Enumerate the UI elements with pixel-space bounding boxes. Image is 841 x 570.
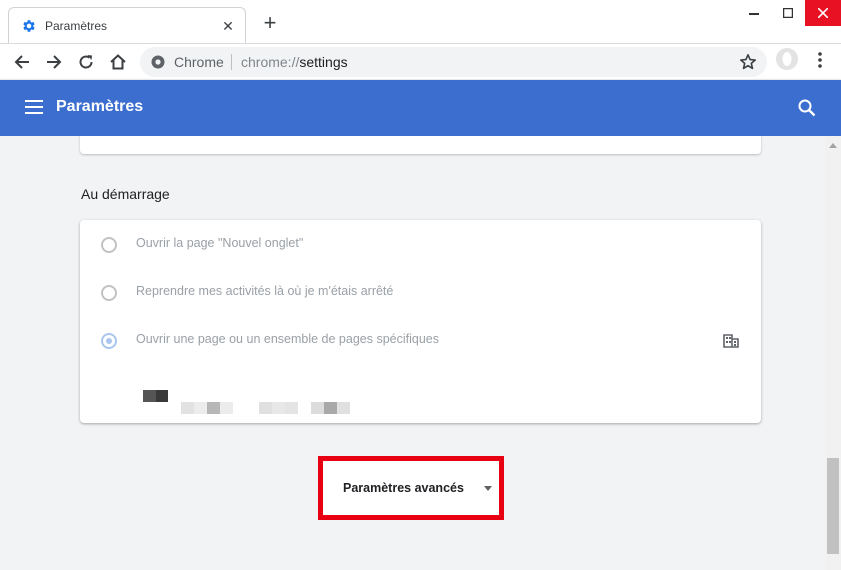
omnibox-separator [231, 54, 232, 70]
redacted-text [207, 402, 220, 414]
profile-icon[interactable] [776, 48, 798, 70]
radio-label: Ouvrir la page "Nouvel onglet" [136, 236, 304, 250]
tab-strip: Paramètres ✕ + [0, 0, 841, 44]
star-icon[interactable] [739, 53, 757, 71]
address-bar[interactable]: Chrome chrome://settings [140, 47, 767, 77]
scrollbar-thumb[interactable] [827, 458, 839, 554]
building-icon[interactable] [722, 332, 740, 350]
page-title: Paramètres [56, 98, 144, 115]
back-button[interactable] [10, 50, 34, 74]
tab-close-icon[interactable]: ✕ [219, 17, 237, 35]
maximize-button[interactable] [771, 0, 805, 26]
redacted-text [324, 402, 337, 414]
close-window-button[interactable] [805, 0, 841, 26]
minimize-button[interactable] [737, 0, 771, 26]
chrome-icon [151, 55, 165, 69]
close-icon [818, 8, 828, 18]
redacted-text [220, 402, 233, 414]
radio-label: Ouvrir une page ou un ensemble de pages … [136, 332, 439, 346]
search-icon[interactable] [797, 98, 817, 118]
redacted-favicon [143, 390, 156, 402]
forward-icon [47, 55, 62, 69]
back-icon [14, 55, 29, 69]
new-tab-button[interactable]: + [258, 12, 282, 36]
reload-icon [79, 55, 93, 69]
previous-section-card [80, 136, 761, 154]
redacted-text [272, 402, 285, 414]
gear-icon [23, 20, 35, 32]
url-scheme: chrome:// [241, 54, 300, 70]
redacted-text [259, 402, 272, 414]
home-button[interactable] [106, 50, 130, 74]
minimize-icon [749, 13, 759, 15]
startup-option-new-tab[interactable]: Ouvrir la page "Nouvel onglet" [80, 228, 761, 260]
browser-toolbar: Chrome chrome://settings [0, 44, 841, 79]
redacted-favicon [156, 390, 168, 402]
advanced-settings-highlight: Paramètres avancés [318, 456, 504, 520]
redacted-text [181, 402, 194, 414]
forward-button[interactable] [42, 50, 66, 74]
hamburger-menu-icon[interactable] [25, 98, 43, 116]
window-controls [737, 0, 841, 26]
advanced-settings-label: Paramètres avancés [343, 481, 464, 495]
redacted-text [311, 402, 324, 414]
radio-button-checked[interactable] [101, 333, 117, 349]
security-chip-label: Chrome [174, 54, 224, 70]
startup-card: Ouvrir la page "Nouvel onglet" Reprendre… [80, 220, 761, 423]
settings-header: Paramètres [0, 80, 841, 136]
tab-settings[interactable]: Paramètres ✕ [8, 7, 246, 43]
tab-title: Paramètres [45, 19, 108, 33]
scroll-up-arrow-icon[interactable] [829, 143, 837, 148]
menu-icon[interactable] [812, 49, 828, 71]
startup-option-specific-pages[interactable]: Ouvrir une page ou un ensemble de pages … [80, 324, 761, 356]
maximize-icon [783, 8, 793, 18]
redacted-text [337, 402, 350, 414]
redacted-text [285, 402, 298, 414]
vertical-scrollbar[interactable] [825, 136, 841, 570]
radio-button[interactable] [101, 285, 117, 301]
home-icon [110, 54, 126, 70]
url-text[interactable]: chrome://settings [241, 54, 348, 70]
advanced-settings-button[interactable]: Paramètres avancés [323, 461, 499, 515]
redacted-text [194, 402, 207, 414]
url-host: settings [299, 54, 348, 70]
reload-button[interactable] [74, 50, 98, 74]
settings-content: Au démarrage Ouvrir la page "Nouvel ongl… [0, 136, 825, 570]
startup-option-continue[interactable]: Reprendre mes activités là où je m'étais… [80, 276, 761, 308]
startup-section-title: Au démarrage [81, 186, 170, 202]
radio-button[interactable] [101, 237, 117, 253]
radio-label: Reprendre mes activités là où je m'étais… [136, 284, 394, 298]
dropdown-arrow-icon [484, 486, 492, 491]
